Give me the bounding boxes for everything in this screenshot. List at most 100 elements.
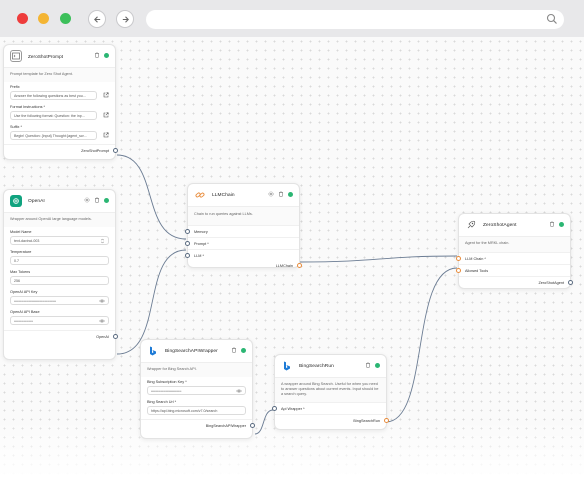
- llm-input-handle[interactable]: [185, 253, 190, 258]
- api-wrapper-input-handle[interactable]: [272, 406, 277, 411]
- input-label: Prompt *: [194, 241, 209, 246]
- output-port-row: OpenAI: [4, 330, 118, 342]
- chevron-up-down-icon: [100, 238, 105, 244]
- memory-input-handle[interactable]: [185, 229, 190, 234]
- input-label: LLM *: [194, 253, 204, 258]
- chain-icon: [194, 189, 206, 201]
- delete-icon[interactable]: [231, 347, 237, 353]
- output-handle[interactable]: [568, 280, 573, 285]
- arrow-right-icon: [122, 15, 129, 23]
- output-handle[interactable]: [113, 148, 118, 153]
- output-handle[interactable]: [297, 263, 302, 268]
- maximize-window-button[interactable]: [60, 13, 71, 24]
- node-title: BingSearchAPIWrapper: [165, 348, 218, 354]
- field-label: Bing Search Url *: [147, 400, 177, 404]
- output-port-row: BingSearchRun: [275, 414, 389, 426]
- field-label: Format Instructions *: [10, 105, 46, 109]
- model-name-select[interactable]: text-davinci-003: [10, 236, 109, 245]
- node-title: OpenAI: [28, 198, 45, 204]
- eye-icon[interactable]: [99, 318, 105, 324]
- delete-icon[interactable]: [278, 191, 284, 197]
- search-icon[interactable]: [546, 13, 558, 25]
- agent-icon: [465, 219, 477, 231]
- status-indicator: [104, 52, 109, 58]
- external-link-icon[interactable]: [103, 132, 109, 138]
- input-label: Allowed Tools: [465, 268, 489, 273]
- output-label: ZeroShotAgent: [538, 280, 564, 285]
- delete-icon[interactable]: [549, 221, 555, 227]
- max-tokens-input[interactable]: 256: [10, 276, 109, 285]
- llmchain-node[interactable]: LLMChain Chain to run queries against LL…: [185, 183, 302, 270]
- masked-value: ••••••••••••••••••••••••••••••••••••••••: [14, 298, 57, 303]
- status-indicator: [375, 362, 380, 368]
- bing-subscription-key-input[interactable]: •••••••••••••••••••••••••••••: [147, 386, 246, 395]
- eye-icon[interactable]: [99, 298, 105, 304]
- suffix-input[interactable]: Begin! Question: {input} Thought:{agent_…: [10, 131, 98, 140]
- field-label: OpenAI API Key: [10, 290, 38, 294]
- zeroshot-prompt-node[interactable]: ZeroShotPrompt Prompt template for Zero …: [3, 44, 118, 160]
- max-tokens-field: Max Tokens 256: [4, 267, 115, 287]
- node-title: ZeroShotPrompt: [28, 53, 64, 59]
- node-description: Prompt template for Zero Shot Agent.: [4, 67, 115, 82]
- settings-icon[interactable]: [268, 191, 274, 197]
- format-instructions-field: Format Instructions * Use the following …: [4, 102, 115, 122]
- output-handle[interactable]: [250, 423, 255, 428]
- output-port-row: BingSearchAPIWrapper: [141, 419, 255, 431]
- field-label: Bing Subscription Key *: [147, 380, 187, 384]
- browser-window: ZeroShotPrompt Prompt template for Zero …: [0, 0, 584, 478]
- delete-icon[interactable]: [365, 362, 371, 368]
- masked-value: •••••••••••••••••••••••••••••: [151, 388, 182, 393]
- model-name-field: Model Name text-davinci-003: [4, 227, 115, 247]
- prompt-icon: [10, 50, 22, 62]
- output-label: BingSearchAPIWrapper: [205, 423, 246, 428]
- node-title: BingSearchRun: [299, 363, 334, 369]
- output-handle[interactable]: [384, 418, 389, 423]
- address-bar[interactable]: [146, 10, 564, 29]
- format-instructions-input[interactable]: Use the following format: Question: the …: [10, 111, 98, 120]
- arrow-left-icon: [93, 15, 100, 23]
- allowed-tools-input-handle[interactable]: [456, 268, 461, 273]
- output-port-row: ZeroShotAgent: [459, 276, 573, 288]
- eye-icon[interactable]: [236, 388, 242, 394]
- temperature-field: Temperature 0.7: [4, 247, 115, 267]
- browser-toolbar: [0, 0, 584, 37]
- bing-icon: [281, 360, 293, 372]
- prefix-input[interactable]: Answer the following questions as best y…: [10, 91, 98, 100]
- node-description: A wrapper around Bing Search. Useful for…: [275, 377, 386, 402]
- openai-api-base-field: OpenAI API Base ••••••••••••••••••: [4, 307, 115, 327]
- zeroshot-agent-node[interactable]: ZeroShotAgent Agent for the MRKL chain. …: [456, 213, 573, 289]
- bing-subscription-key-field: Bing Subscription Key * ••••••••••••••••…: [141, 377, 252, 397]
- llm-chain-input-handle[interactable]: [456, 256, 461, 261]
- bing-search-api-wrapper-node[interactable]: BingSearchAPIWrapper Wrapper for Bing Se…: [140, 339, 255, 439]
- output-port-row: ZeroShotPrompt: [4, 144, 118, 156]
- output-handle[interactable]: [113, 334, 118, 339]
- temperature-input[interactable]: 0.7: [10, 256, 109, 265]
- forward-button[interactable]: [116, 10, 134, 28]
- output-port-row: LLMChain: [188, 261, 302, 270]
- external-link-icon[interactable]: [103, 112, 109, 118]
- back-button[interactable]: [88, 10, 106, 28]
- openai-api-key-field: OpenAI API Key •••••••••••••••••••••••••…: [4, 287, 115, 307]
- delete-icon[interactable]: [94, 52, 100, 58]
- openai-node[interactable]: OpenAI Wrapper around OpenAI large langu…: [3, 189, 118, 360]
- close-window-button[interactable]: [17, 13, 28, 24]
- prompt-input-handle[interactable]: [185, 241, 190, 246]
- allowed-tools-input-row: Allowed Tools: [456, 264, 570, 276]
- api-wrapper-input-row: Api Wrapper *: [272, 402, 386, 414]
- bing-icon: [147, 345, 159, 357]
- masked-value: ••••••••••••••••••: [14, 318, 33, 323]
- settings-icon[interactable]: [84, 197, 90, 203]
- minimize-window-button[interactable]: [38, 13, 49, 24]
- model-name-value: text-davinci-003: [14, 238, 40, 243]
- llm-input-row: LLM *: [185, 249, 299, 261]
- delete-icon[interactable]: [94, 197, 100, 203]
- status-indicator: [104, 197, 109, 203]
- openai-api-base-input[interactable]: ••••••••••••••••••: [10, 316, 109, 325]
- bing-search-run-node[interactable]: BingSearchRun A wrapper around Bing Sear…: [272, 354, 389, 430]
- output-label: ZeroShotPrompt: [81, 148, 109, 153]
- openai-api-key-input[interactable]: ••••••••••••••••••••••••••••••••••••••••: [10, 296, 109, 305]
- input-label: Memory: [194, 229, 208, 234]
- bing-search-url-input[interactable]: https://api.bing.microsoft.com/v7.0/sear…: [147, 406, 246, 415]
- field-label: Prefix: [10, 85, 20, 89]
- external-link-icon[interactable]: [103, 92, 109, 98]
